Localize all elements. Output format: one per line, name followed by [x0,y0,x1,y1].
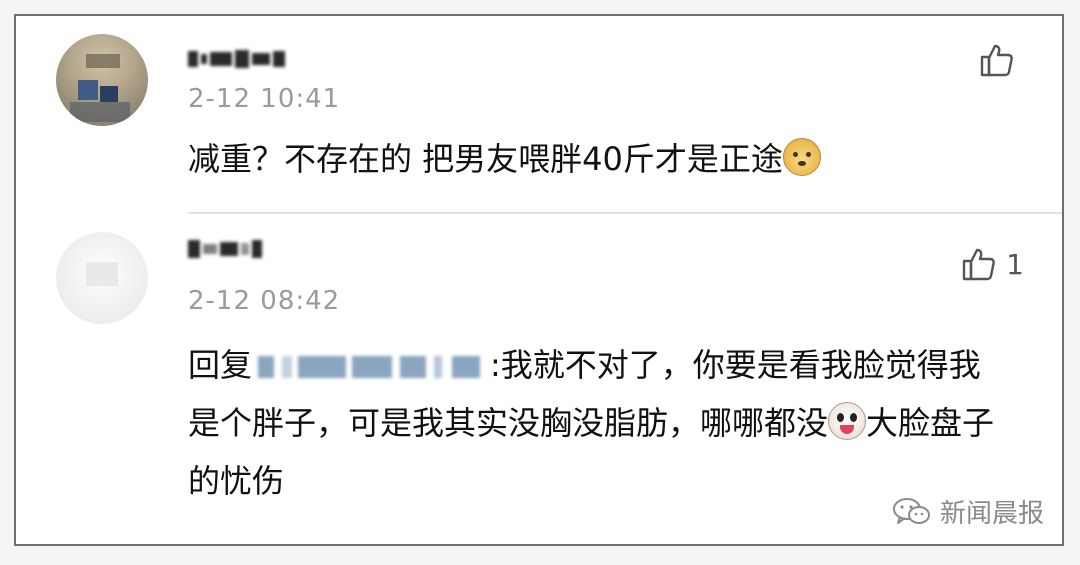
wechat-icon [892,497,930,524]
like-count: 1 [1006,247,1024,281]
mention-redacted[interactable] [252,352,490,382]
like-button[interactable] [976,40,1024,80]
thumbs-up-icon [962,248,995,281]
comment-item: 2-12 10:41 减重？不存在的 把男友喂胖40斤才是正途 [16,16,1062,212]
comment-text: 回复 :我就不对了，你要是看我脸觉得我是个胖子，可是我其实没胸没脂肪，哪哪都没大… [188,336,1002,510]
comment-timestamp: 2-12 08:42 [188,286,341,316]
source-watermark: 新闻晨报 [892,493,1044,530]
comment-text-content: 减重？不存在的 把男友喂胖40斤才是正途 [188,140,783,178]
doge-emoji-icon [782,138,821,176]
username-redacted[interactable] [188,238,262,260]
reply-prefix: 回复 [188,346,253,384]
watermark-label: 新闻晨报 [939,499,1044,529]
comment-text: 减重？不存在的 把男友喂胖40斤才是正途 [188,130,1002,188]
avatar[interactable] [56,34,148,126]
like-button[interactable]: 1 [958,244,1024,284]
username-redacted[interactable] [188,48,285,70]
avatar[interactable] [56,232,148,324]
comment-panel: 2-12 10:41 减重？不存在的 把男友喂胖40斤才是正途 2-12 08:… [14,14,1064,546]
thumbs-up-icon [980,44,1013,77]
crying-face-emoji-icon [828,402,867,440]
comment-timestamp: 2-12 10:41 [188,84,341,114]
